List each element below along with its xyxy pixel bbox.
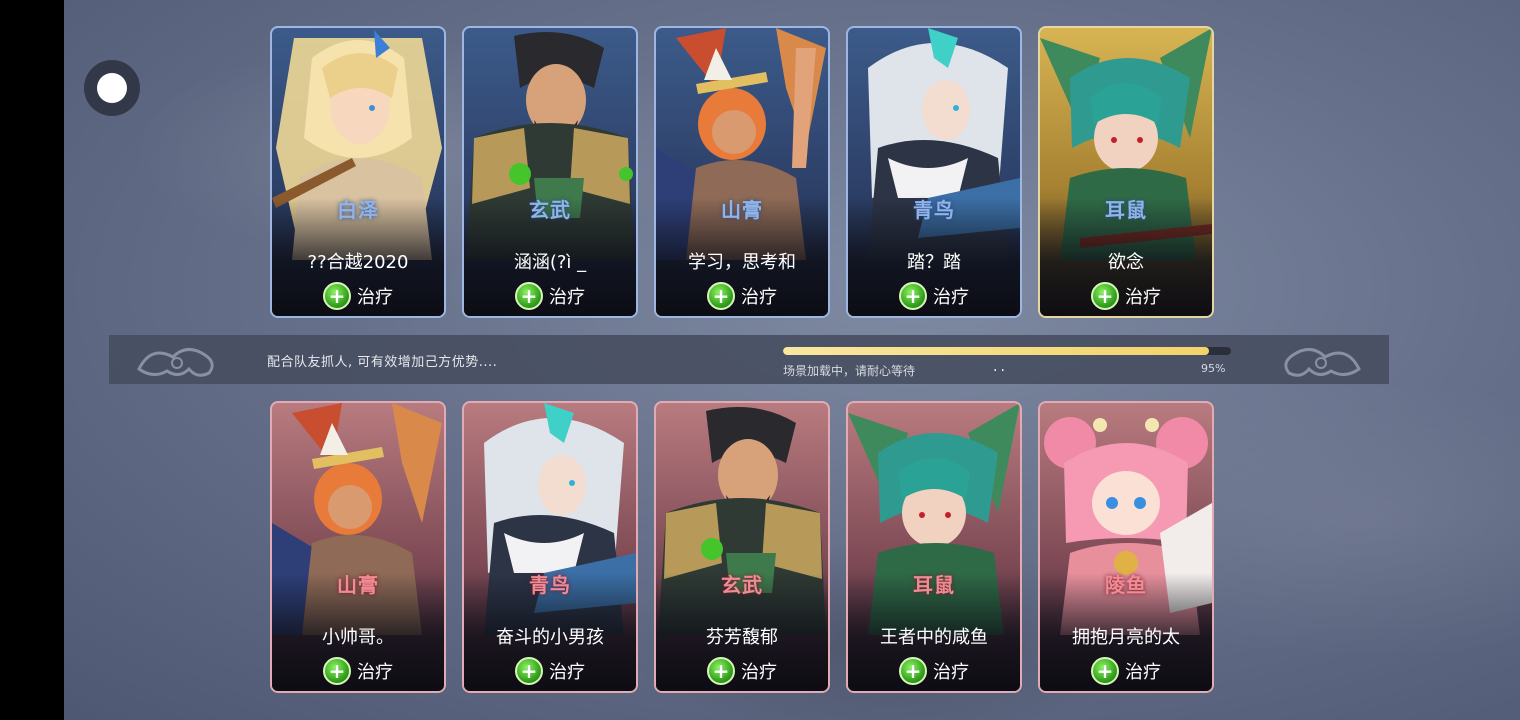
summoner-skill: + 治疗 <box>272 281 444 311</box>
skill-label: 治疗 <box>933 287 969 308</box>
hero-name: 白泽 <box>337 198 379 222</box>
heal-cross-icon: + <box>707 282 735 310</box>
player-card-blue-5: 耳鼠 欲念 + 治疗 <box>1038 26 1214 318</box>
player-name: 芬芳馥郁 <box>706 627 778 648</box>
cloud-swirl-icon <box>1284 348 1361 377</box>
player-card-red-4: 耳鼠 王者中的咸鱼 + 治疗 <box>846 401 1022 693</box>
loading-percent: 95% <box>1201 362 1226 375</box>
summoner-skill: + 治疗 <box>272 656 444 686</box>
skill-label: 治疗 <box>357 287 393 308</box>
hero-name: 青鸟 <box>913 198 955 222</box>
skill-label: 治疗 <box>1125 662 1161 683</box>
summoner-skill: + 治疗 <box>656 281 828 311</box>
heal-cross-icon: + <box>1091 657 1119 685</box>
player-card-blue-3: 山膏 学习，思考和 + 治疗 <box>654 26 830 318</box>
hero-name: 青鸟 <box>529 573 571 597</box>
summoner-skill: + 治疗 <box>1040 281 1212 311</box>
player-card-blue-1: 白泽 ??合越2020 + 治疗 <box>270 26 446 318</box>
player-name: 踏？踏 <box>907 252 961 273</box>
hero-name: 耳鼠 <box>913 573 955 597</box>
hero-name: 玄武 <box>529 198 571 222</box>
summoner-skill: + 治疗 <box>848 656 1020 686</box>
summoner-skill: + 治疗 <box>656 656 828 686</box>
heal-cross-icon: + <box>515 282 543 310</box>
skill-label: 治疗 <box>933 662 969 683</box>
hero-name: 玄武 <box>721 573 763 597</box>
loading-tip: 配合队友抓人, 可有效增加己方优势.... <box>267 355 498 370</box>
player-name: 学习，思考和 <box>688 252 796 273</box>
player-name: 奋斗的小男孩 <box>496 627 604 648</box>
player-name: 王者中的咸鱼 <box>880 627 988 648</box>
loading-panel: 配合队友抓人, 可有效增加己方优势.... 场景加载中，请耐心等待 .. 95% <box>109 335 1389 384</box>
heal-cross-icon: + <box>1091 282 1119 310</box>
hero-name: 耳鼠 <box>1105 198 1147 222</box>
player-name: 涵涵(?ì _ <box>513 252 587 273</box>
skill-label: 治疗 <box>1125 287 1161 308</box>
assistive-touch-icon <box>97 73 127 103</box>
loading-progress-fill <box>783 347 1209 355</box>
loading-dots: .. <box>993 359 1008 375</box>
summoner-skill: + 治疗 <box>848 281 1020 311</box>
skill-label: 治疗 <box>357 662 393 683</box>
summoner-skill: + 治疗 <box>1040 656 1212 686</box>
left-black-bar <box>0 0 64 720</box>
player-card-red-1: 山膏 小帅哥。 + 治疗 <box>270 401 446 693</box>
assistive-touch-button[interactable] <box>84 60 140 116</box>
player-card-red-3: 玄武 芬芳馥郁 + 治疗 <box>654 401 830 693</box>
heal-cross-icon: + <box>899 282 927 310</box>
player-card-blue-2: 玄武 涵涵(?ì _ + 治疗 <box>462 26 638 318</box>
loading-progress-track <box>783 347 1231 355</box>
hero-name: 陵鱼 <box>1105 573 1147 597</box>
heal-cross-icon: + <box>515 657 543 685</box>
hero-name: 山膏 <box>337 573 379 597</box>
heal-cross-icon: + <box>323 657 351 685</box>
player-name: 拥抱月亮的太 <box>1072 627 1180 648</box>
skill-label: 治疗 <box>741 287 777 308</box>
player-card-blue-4: 青鸟 踏？踏 + 治疗 <box>846 26 1022 318</box>
heal-cross-icon: + <box>899 657 927 685</box>
game-loading-screen: 白泽 ??合越2020 + 治疗 玄武 涵涵(?ì _ + 治疗 山膏 学习，思… <box>0 0 1520 720</box>
summoner-skill: + 治疗 <box>464 281 636 311</box>
player-name: 欲念 <box>1108 252 1144 273</box>
summoner-skill: + 治疗 <box>464 656 636 686</box>
cloud-swirl-icon <box>137 348 214 377</box>
skill-label: 治疗 <box>549 662 585 683</box>
player-card-red-2: 青鸟 奋斗的小男孩 + 治疗 <box>462 401 638 693</box>
player-name: ??合越2020 <box>307 252 409 273</box>
player-name: 小帅哥。 <box>322 627 394 648</box>
loading-status: 场景加载中，请耐心等待 <box>783 364 916 378</box>
skill-label: 治疗 <box>549 287 585 308</box>
skill-label: 治疗 <box>741 662 777 683</box>
player-card-red-5: 陵鱼 拥抱月亮的太 + 治疗 <box>1038 401 1214 693</box>
heal-cross-icon: + <box>323 282 351 310</box>
heal-cross-icon: + <box>707 657 735 685</box>
hero-name: 山膏 <box>721 198 763 222</box>
